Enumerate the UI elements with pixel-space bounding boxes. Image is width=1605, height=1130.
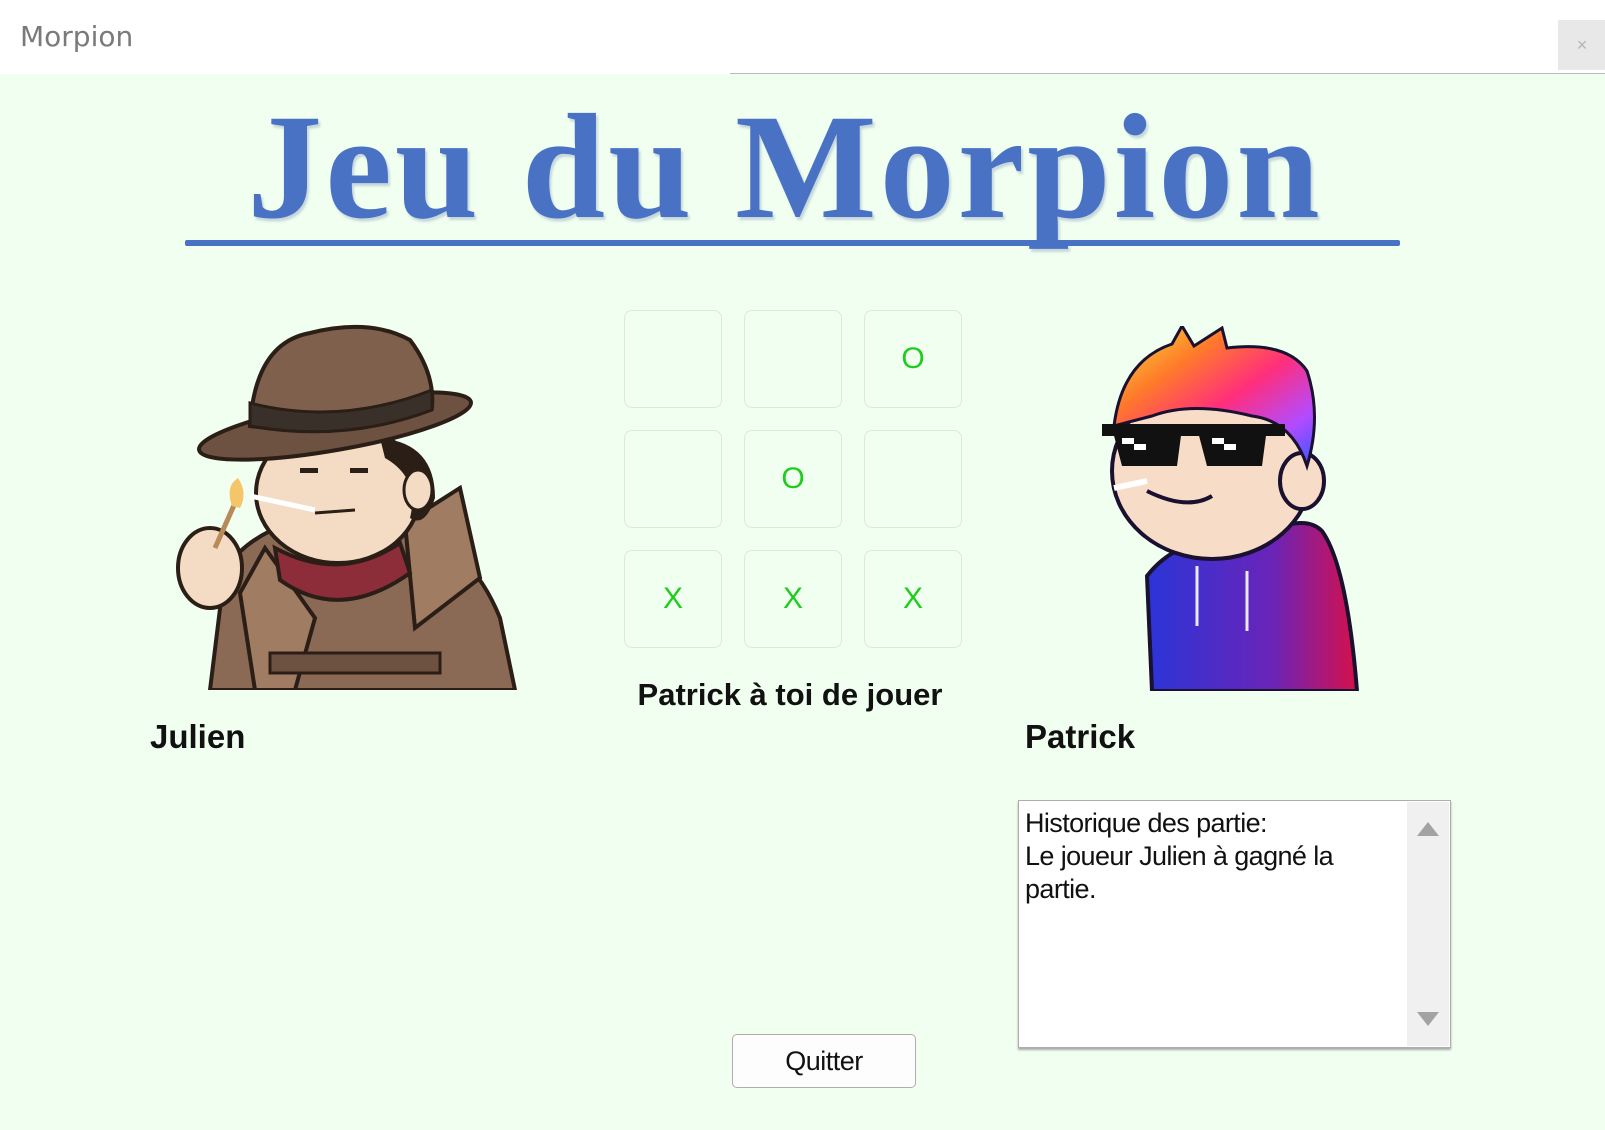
- board-cell-5[interactable]: O: [744, 430, 842, 528]
- board-cell-3[interactable]: O: [864, 310, 962, 408]
- game-history-text: Historique des partie: Le joueur Julien …: [1025, 808, 1334, 904]
- board-cell-8[interactable]: X: [744, 550, 842, 648]
- board-cell-1[interactable]: [624, 310, 722, 408]
- board-cell-2[interactable]: [744, 310, 842, 408]
- game-banner: Jeu du Morpion: [160, 82, 1410, 252]
- banner-underline: [185, 240, 1400, 246]
- scroll-down-icon[interactable]: [1417, 1012, 1439, 1026]
- rainbow-hair-sunglasses-avatar-icon: [1102, 326, 1360, 691]
- history-scrollbar[interactable]: [1407, 802, 1449, 1046]
- player-name-patrick: Patrick: [1025, 718, 1136, 755]
- game-board: O O X X X: [624, 310, 964, 650]
- detective-avatar-icon: [176, 324, 518, 690]
- close-button[interactable]: ×: [1558, 20, 1605, 70]
- board-cell-6[interactable]: [864, 430, 962, 528]
- board-cell-9[interactable]: X: [864, 550, 962, 648]
- quit-button[interactable]: Quitter: [732, 1034, 916, 1088]
- board-cell-7[interactable]: X: [624, 550, 722, 648]
- turn-status: Patrick à toi de jouer: [637, 677, 943, 712]
- player-name-julien: Julien: [150, 718, 246, 755]
- banner-title: Jeu du Morpion: [247, 84, 1323, 250]
- game-history-textbox[interactable]: Historique des partie: Le joueur Julien …: [1018, 800, 1451, 1048]
- board-cell-4[interactable]: [624, 430, 722, 528]
- window-title: Morpion: [20, 20, 134, 53]
- title-bar: Morpion ×: [0, 0, 1605, 74]
- scroll-up-icon[interactable]: [1417, 822, 1439, 836]
